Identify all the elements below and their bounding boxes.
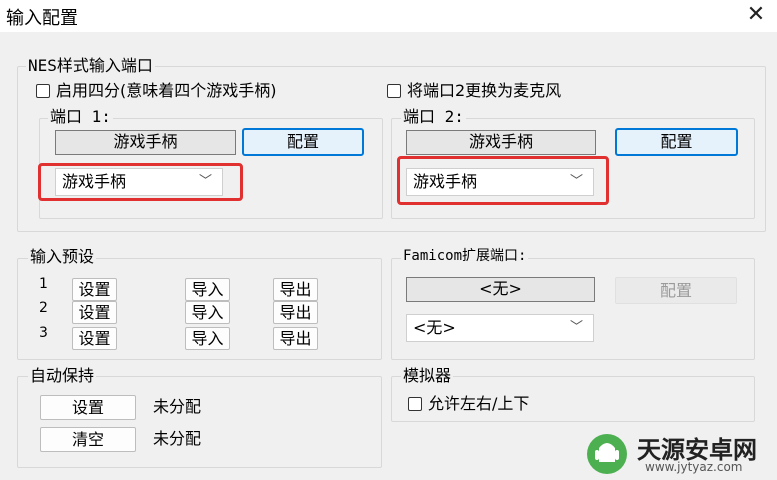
port2-device-display: 游戏手柄 <box>406 130 596 155</box>
allow-lr-checkbox[interactable] <box>408 397 422 411</box>
presets-group-label: 输入预设 <box>28 247 97 267</box>
preset3-export-button[interactable]: 导出 <box>273 327 318 350</box>
famicom-group <box>391 258 755 360</box>
autohold-clear-status: 未分配 <box>153 429 202 448</box>
watermark-url: www.jytyaz.com <box>645 460 743 474</box>
chevron-down-icon: ﹀ <box>569 320 583 335</box>
preset1-export-button[interactable]: 导出 <box>273 278 318 301</box>
window-title: 输入配置 <box>6 8 78 29</box>
chevron-down-icon: ﹀ <box>198 174 212 189</box>
preset-num-2: 2 <box>39 300 48 316</box>
port1-device-display: 游戏手柄 <box>55 130 236 155</box>
famicom-select-value: <无> <box>413 318 456 337</box>
famicom-device-display: <无> <box>406 277 595 302</box>
mic-checkbox[interactable] <box>387 84 401 98</box>
port2-label: 端口 2: <box>401 107 466 127</box>
preset2-set-button[interactable]: 设置 <box>72 301 117 324</box>
famicom-group-label: Famicom扩展端口: <box>401 246 529 266</box>
famicom-config-button[interactable]: 配置 <box>615 277 737 304</box>
allow-lr-label: 允许左右/上下 <box>428 394 530 413</box>
port1-device-select[interactable]: 游戏手柄 ﹀ <box>55 168 223 196</box>
preset-num-1: 1 <box>39 276 48 292</box>
preset-num-3: 3 <box>39 325 48 341</box>
title-bar <box>0 0 777 32</box>
close-icon[interactable]: ✕ <box>742 2 770 28</box>
autohold-set-status: 未分配 <box>153 397 202 416</box>
fourscore-label: 启用四分(意味着四个游戏手柄) <box>56 81 277 100</box>
port2-select-value: 游戏手柄 <box>413 172 478 191</box>
preset3-import-button[interactable]: 导入 <box>185 327 230 350</box>
chevron-down-icon: ﹀ <box>569 174 583 189</box>
preset2-export-button[interactable]: 导出 <box>273 301 318 324</box>
famicom-device-select[interactable]: <无> ﹀ <box>406 314 594 342</box>
watermark-logo-icon <box>587 434 627 474</box>
preset3-set-button[interactable]: 设置 <box>72 327 117 350</box>
port1-config-button[interactable]: 配置 <box>242 128 364 156</box>
port1-label: 端口 1: <box>48 107 113 127</box>
autohold-group <box>17 376 382 468</box>
preset1-set-button[interactable]: 设置 <box>72 278 117 301</box>
preset2-import-button[interactable]: 导入 <box>185 301 230 324</box>
port1-select-value: 游戏手柄 <box>62 172 127 191</box>
emulator-group-label: 模拟器 <box>401 366 454 386</box>
nes-ports-group-label: NES样式输入端口 <box>26 56 155 76</box>
port2-device-select[interactable]: 游戏手柄 ﹀ <box>406 168 594 196</box>
autohold-group-label: 自动保持 <box>28 366 97 386</box>
fourscore-checkbox[interactable] <box>36 84 50 98</box>
autohold-set-button[interactable]: 设置 <box>40 395 136 420</box>
watermark: 天源安卓网 www.jytyaz.com <box>583 428 773 478</box>
preset1-import-button[interactable]: 导入 <box>185 278 230 301</box>
autohold-clear-button[interactable]: 清空 <box>40 427 136 452</box>
mic-label: 将端口2更换为麦克风 <box>407 81 562 100</box>
port2-config-button[interactable]: 配置 <box>615 128 738 156</box>
